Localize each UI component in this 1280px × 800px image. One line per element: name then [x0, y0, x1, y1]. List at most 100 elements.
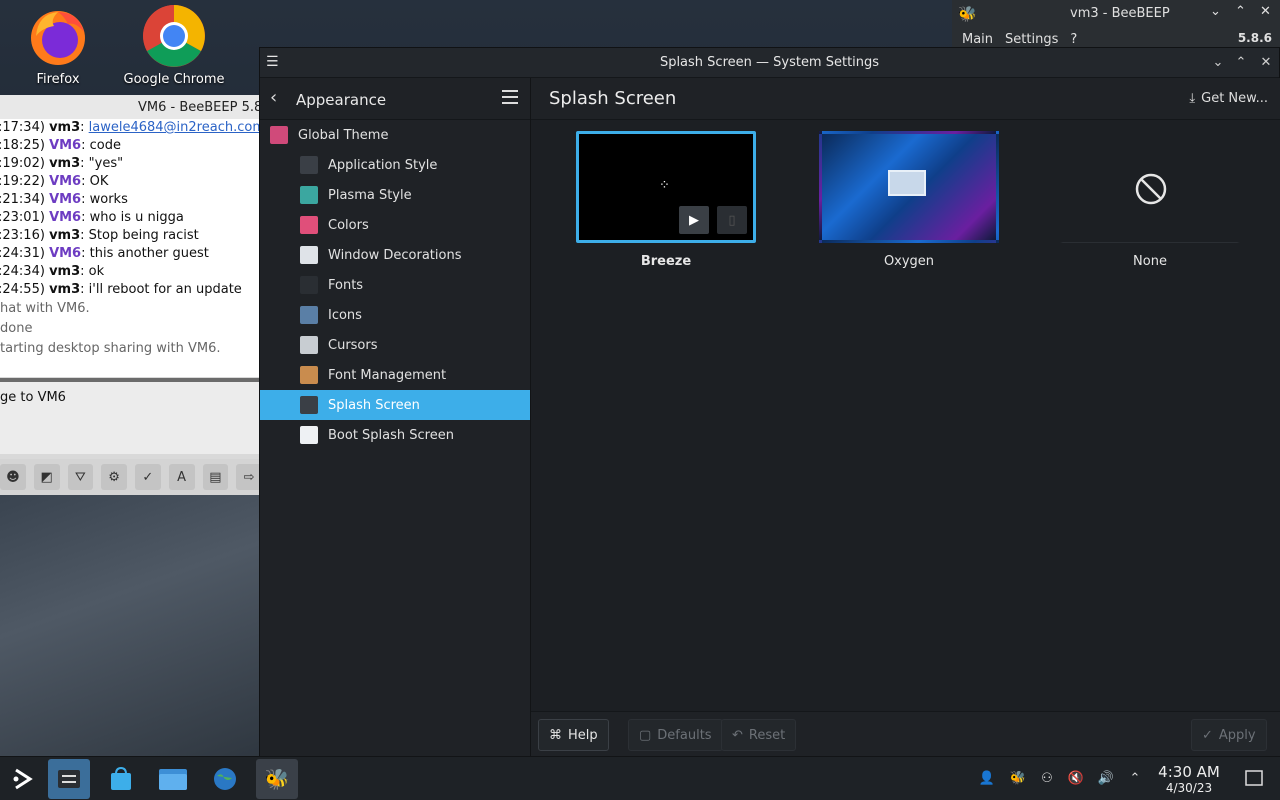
chat-system-message: tarting desktop sharing with VM6. [0, 341, 221, 356]
muted-speaker-icon[interactable]: 🔇 [1065, 767, 1087, 789]
file-manager-icon[interactable] [152, 759, 194, 799]
chat-separator: : [81, 246, 90, 261]
chat-text: OK [89, 174, 109, 189]
close-icon[interactable]: ✕ [1260, 4, 1271, 19]
desktop-icon-label: Firefox [36, 72, 80, 87]
minimize-icon[interactable]: ⌄ [1207, 48, 1229, 78]
chevron-up-icon[interactable]: ⌃ [1124, 767, 1146, 789]
content-header: Splash Screen ⤓ Get New... [531, 78, 1280, 120]
sidebar-item-plasma-style[interactable]: Plasma Style [260, 180, 530, 210]
chat-separator: : [80, 264, 89, 279]
sidebar-item-label: Font Management [328, 367, 447, 383]
sidebar-item-label: Window Decorations [328, 247, 462, 263]
sidebar-item-application-style[interactable]: Application Style [260, 150, 530, 180]
message-input[interactable]: ge to VM6 [0, 382, 262, 454]
file-icon[interactable]: ▤ [202, 464, 229, 490]
chat-message: :19:22) VM6: OK [0, 173, 262, 191]
trash-icon: ▯ [728, 212, 736, 228]
window-menu-icon[interactable]: ☰ [266, 48, 279, 77]
maximize-icon[interactable]: ⌃ [1235, 4, 1246, 19]
chat-message: :23:01) VM6: who is u nigga [0, 209, 262, 227]
volume-icon[interactable]: 🔊 [1095, 767, 1117, 789]
theme-card-oxygen[interactable]: Oxygen [819, 131, 999, 269]
app-launcher-icon[interactable] [2, 759, 44, 799]
discover-store-icon[interactable] [100, 759, 142, 799]
chat-link[interactable]: lawele4684@in2reach.com [89, 120, 262, 135]
loading-spinner-icon: ⁘ [659, 178, 670, 193]
help-icon: ⌘ [549, 727, 562, 743]
splash-screen-icon [300, 396, 318, 414]
close-icon[interactable]: ✕ [1255, 48, 1277, 78]
back-icon[interactable]: ‹ [270, 87, 277, 108]
minimize-icon[interactable]: ⌄ [1210, 4, 1221, 19]
application-style-icon [300, 156, 318, 174]
bee-tray-icon[interactable]: 🐝 [1007, 767, 1029, 789]
sidebar-item-font-management[interactable]: Font Management [260, 360, 530, 390]
menu-main[interactable]: Main [962, 32, 993, 47]
chat-timestamp: :23:01) [0, 210, 45, 225]
sidebar-item-splash-screen[interactable]: Splash Screen [260, 390, 530, 420]
menu-settings[interactable]: Settings [1005, 32, 1058, 47]
window-title: vm3 - BeeBEEP [1070, 6, 1170, 21]
beebeep-vm6-window: VM6 - BeeBEEP 5.8.6 :17:34) vm3: lawele4… [0, 95, 262, 756]
sidebar-item-global-theme[interactable]: Global Theme [260, 120, 530, 150]
user-icon[interactable]: 👤 [976, 767, 998, 789]
chat-message: :19:02) vm3: "yes" [0, 155, 262, 173]
emoji-icon[interactable]: ☻ [0, 464, 26, 490]
help-button[interactable]: ⌘ Help [538, 719, 609, 751]
settings-icon[interactable]: ⚙ [101, 464, 127, 490]
sidebar-item-label: Cursors [328, 337, 378, 353]
sidebar-item-label: Global Theme [298, 127, 389, 143]
chat-separator: : [81, 192, 90, 207]
sidebar-title[interactable]: Appearance [296, 91, 386, 109]
window-title: VM6 - BeeBEEP 5.8.6 [0, 95, 262, 120]
system-settings-task-icon[interactable] [48, 759, 90, 799]
beebeep-task-icon[interactable]: 🐝 [256, 759, 298, 799]
chat-username: VM6 [49, 192, 82, 207]
get-new-button[interactable]: ⤓ Get New... [1189, 91, 1268, 106]
theme-label: None [1133, 254, 1167, 269]
color-icon[interactable]: ◩ [33, 464, 60, 490]
sidebar-item-fonts[interactable]: Fonts [260, 270, 530, 300]
chat-username: vm3 [49, 228, 81, 243]
sidebar-item-boot-splash-screen[interactable]: Boot Splash Screen [260, 420, 530, 450]
theme-label: Breeze [640, 254, 692, 269]
filter-icon[interactable]: ⛛ [67, 464, 94, 490]
chat-timestamp: :18:25) [0, 138, 45, 153]
chat-message: :18:25) VM6: code [0, 137, 262, 155]
preview-button[interactable]: ▶ [679, 206, 709, 234]
spellcheck-icon[interactable]: ✓ [135, 464, 161, 490]
apply-button[interactable]: ✓ Apply [1191, 719, 1267, 751]
firefox-icon [28, 6, 88, 66]
sidebar-item-colors[interactable]: Colors [260, 210, 530, 240]
theme-card-none[interactable]: None [1060, 131, 1240, 269]
colors-icon [300, 216, 318, 234]
theme-card-breeze[interactable]: ⁘ ▶ ▯ Breeze [576, 131, 756, 269]
chat-separator: : [80, 282, 89, 297]
chat-timestamp: :24:34) [0, 264, 45, 279]
chat-text: Stop being racist [88, 228, 199, 243]
defaults-button[interactable]: ▢ Defaults [628, 719, 723, 751]
browser-globe-icon[interactable] [204, 759, 246, 799]
reset-button[interactable]: ↶ Reset [721, 719, 797, 751]
show-desktop-icon[interactable] [1243, 767, 1265, 789]
network-user-icon[interactable]: ⚇ [1036, 767, 1058, 789]
hamburger-menu-icon[interactable] [502, 90, 518, 108]
defaults-label: Defaults [657, 727, 712, 743]
sidebar-item-icons[interactable]: Icons [260, 300, 530, 330]
oxygen-logo-icon [888, 170, 926, 196]
desktop-icon-firefox[interactable]: Firefox [3, 6, 113, 87]
bee-icon: 🐝 [958, 5, 977, 23]
clock-time: 4:30 AM [1158, 763, 1220, 781]
font-icon[interactable]: A [168, 464, 195, 490]
maximize-icon[interactable]: ⌃ [1230, 48, 1252, 78]
chat-username: VM6 [49, 174, 82, 189]
clock[interactable]: 4:30 AM 4/30/23 [1150, 763, 1228, 795]
delete-button[interactable]: ▯ [717, 206, 747, 234]
menu-help[interactable]: ? [1070, 32, 1077, 47]
sidebar-item-window-decorations[interactable]: Window Decorations [260, 240, 530, 270]
theme-thumbnail [819, 131, 999, 243]
get-new-label: Get New... [1201, 91, 1268, 106]
desktop-icon-chrome[interactable]: Google Chrome [119, 5, 229, 87]
sidebar-item-cursors[interactable]: Cursors [260, 330, 530, 360]
